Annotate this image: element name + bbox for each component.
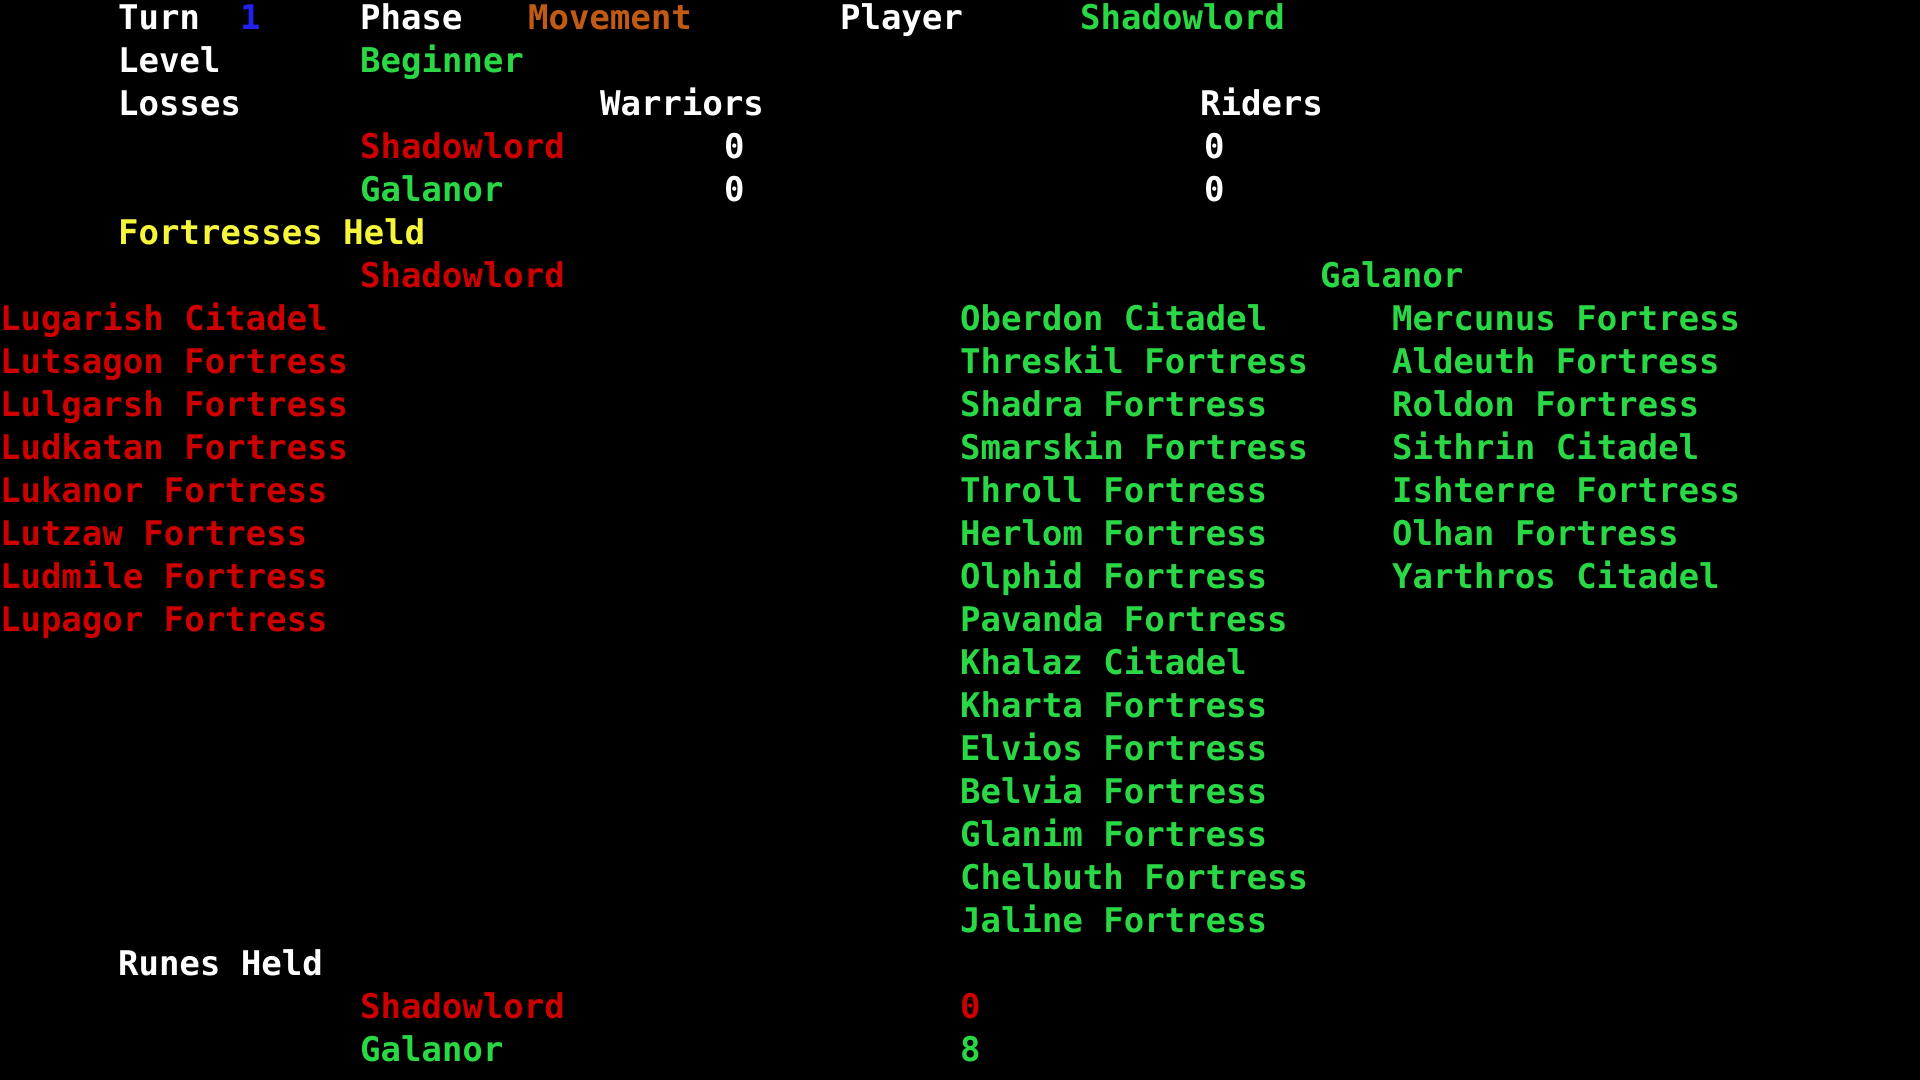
fortresses-title: Fortresses Held [118, 213, 426, 253]
shadowlord-fortress-item: Lugarish Citadel [0, 299, 328, 339]
losses-row-warriors: 0 [724, 170, 745, 210]
level-value: Beginner [360, 41, 524, 81]
galanor-fortress-item: Chelbuth Fortress [960, 858, 1308, 898]
shadowlord-fortress-item: Lulgarsh Fortress [0, 385, 348, 425]
galanor-fortress-item: Kharta Fortress [960, 686, 1268, 726]
runes-row-side: Galanor [360, 1030, 504, 1070]
galanor-fortress-item: Yarthros Citadel [1392, 557, 1720, 597]
runes-row-count: 0 [960, 987, 981, 1027]
fortresses-galanor-header: Galanor [1320, 256, 1464, 296]
runes-row-side: Shadowlord [360, 987, 565, 1027]
turn-value: 1 [240, 0, 261, 38]
losses-row-warriors: 0 [724, 127, 745, 167]
galanor-fortress-item: Shadra Fortress [960, 385, 1268, 425]
losses-title: Losses [118, 84, 241, 124]
galanor-fortress-item: Herlom Fortress [960, 514, 1268, 554]
losses-row-side: Galanor [360, 170, 504, 210]
phase-value: Movement [528, 0, 692, 38]
fortresses-shadowlord-header: Shadowlord [360, 256, 565, 296]
galanor-fortress-item: Pavanda Fortress [960, 600, 1288, 640]
galanor-fortress-item: Glanim Fortress [960, 815, 1268, 855]
galanor-fortress-item: Oberdon Citadel [960, 299, 1268, 339]
galanor-fortress-item: Ishterre Fortress [1392, 471, 1740, 511]
losses-row-riders: 0 [1204, 127, 1225, 167]
galanor-fortress-item: Smarskin Fortress [960, 428, 1308, 468]
galanor-fortress-item: Belvia Fortress [960, 772, 1268, 812]
galanor-fortress-item: Throll Fortress [960, 471, 1268, 511]
runes-title: Runes Held [118, 944, 323, 984]
losses-col-riders: Riders [1200, 84, 1323, 124]
losses-row-side: Shadowlord [360, 127, 565, 167]
shadowlord-fortress-item: Lukanor Fortress [0, 471, 328, 511]
galanor-fortress-item: Olphid Fortress [960, 557, 1268, 597]
galanor-fortress-item: Threskil Fortress [960, 342, 1308, 382]
player-label: Player [840, 0, 963, 38]
shadowlord-fortress-item: Lutsagon Fortress [0, 342, 348, 382]
shadowlord-fortress-item: Lutzaw Fortress [0, 514, 308, 554]
galanor-fortress-item: Mercunus Fortress [1392, 299, 1740, 339]
shadowlord-fortress-item: Ludmile Fortress [0, 557, 328, 597]
turn-label: Turn [118, 0, 200, 38]
galanor-fortress-item: Aldeuth Fortress [1392, 342, 1720, 382]
galanor-fortress-item: Olhan Fortress [1392, 514, 1679, 554]
player-value: Shadowlord [1080, 0, 1285, 38]
shadowlord-fortress-item: Ludkatan Fortress [0, 428, 348, 468]
losses-row-riders: 0 [1204, 170, 1225, 210]
losses-col-warriors: Warriors [600, 84, 764, 124]
shadowlord-fortress-item: Lupagor Fortress [0, 600, 328, 640]
galanor-fortress-item: Jaline Fortress [960, 901, 1268, 941]
galanor-fortress-item: Roldon Fortress [1392, 385, 1700, 425]
galanor-fortress-item: Elvios Fortress [960, 729, 1268, 769]
galanor-fortress-item: Khalaz Citadel [960, 643, 1247, 683]
galanor-fortress-item: Sithrin Citadel [1392, 428, 1700, 468]
game-status-screen: Turn 1 Phase Movement Player Shadowlord … [0, 0, 1920, 1080]
phase-label: Phase [360, 0, 463, 38]
level-label: Level [118, 41, 221, 81]
runes-row-count: 8 [960, 1030, 981, 1070]
